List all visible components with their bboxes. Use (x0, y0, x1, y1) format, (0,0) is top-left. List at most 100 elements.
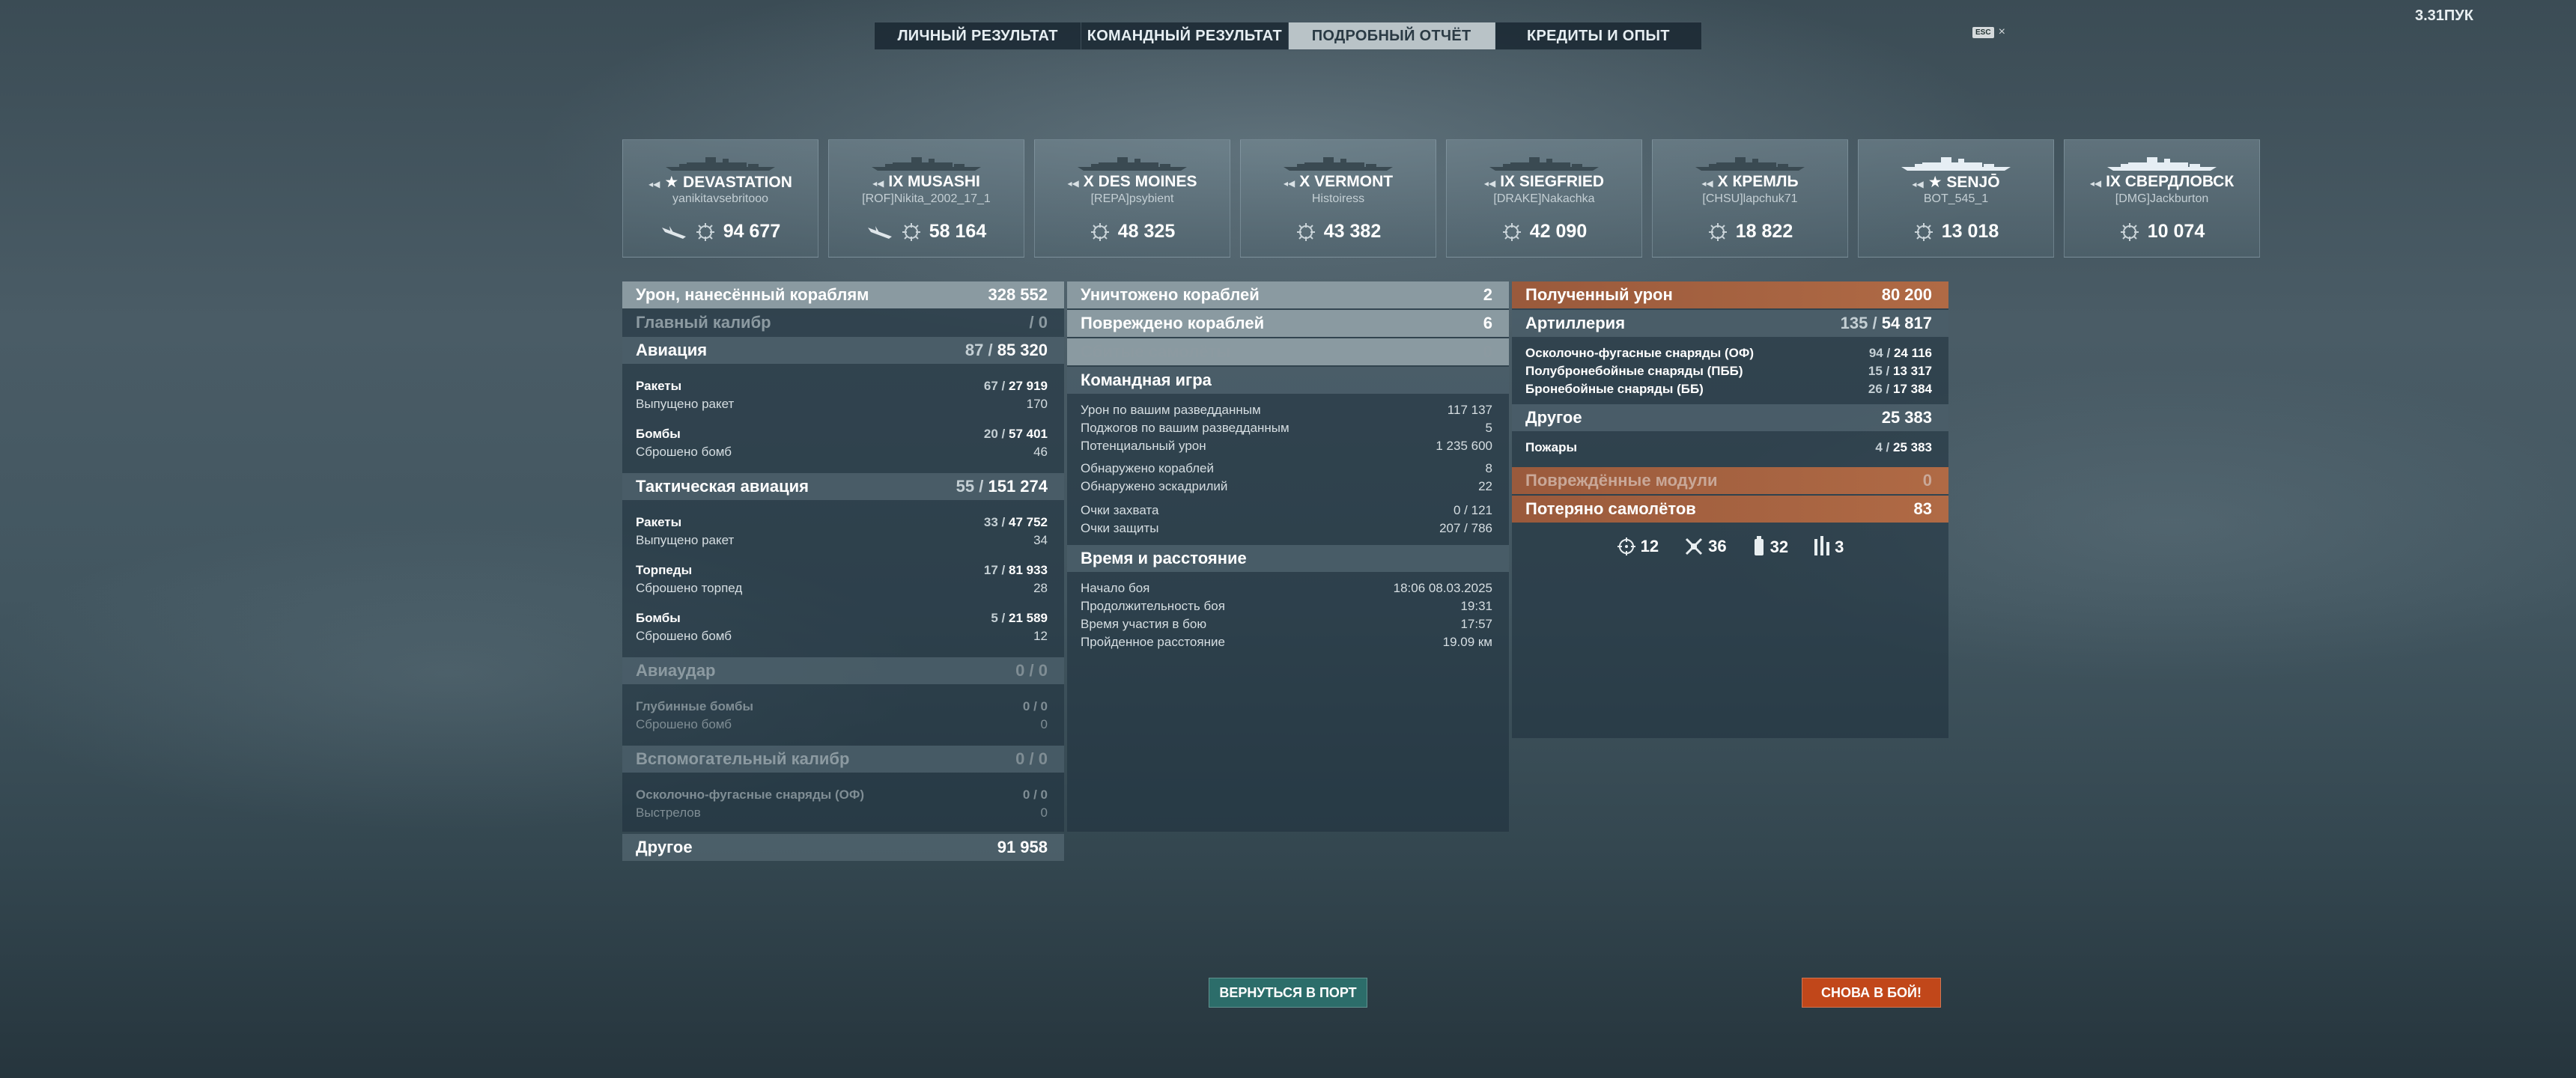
hits-icon (1814, 536, 1830, 555)
damage-received-panel: Полученный урон 80 200 Артиллерия 135 / 54… (1512, 281, 1948, 738)
ribbon-crosshair: 12 (1617, 537, 1659, 556)
ship-card[interactable]: ◂◀ X VERMONT Histoiress 43 382 (1240, 139, 1436, 258)
airstrike-row: Авиаудар 0 / 0 (622, 657, 1064, 684)
xp-icon (1090, 222, 1109, 241)
ship-card[interactable]: ◂◀ ★ SENJŌ BOT_545_1 13 018 (1858, 139, 2054, 258)
xp-icon (696, 222, 714, 241)
ships-damaged-row: Повреждено кораблей 6 (1067, 310, 1509, 337)
time-distance-header: Время и расстояние (1067, 545, 1509, 572)
ship-card[interactable]: ◂◀ IX СВЕРДЛОВСК [DMG]Jackburton 10 074 (2064, 139, 2260, 258)
ribbon-consumable: 32 (1752, 536, 1788, 557)
sap-shells-row: Полубронебойные снаряды (ПББ) 15 / 13 317 (1525, 364, 1932, 378)
ship-xp-value: 94 677 (723, 221, 781, 242)
ribbon-hits: 3 (1814, 536, 1844, 557)
ship-card[interactable]: ◂◀ X DES MOINES [REPA]psybient 48 325 (1034, 139, 1230, 258)
ship-xp-value: 42 090 (1529, 221, 1588, 242)
tac-rockets-fired-row: Выпущено ракет 34 (636, 533, 1048, 547)
distance-row: Пройденное расстояние 19.09 км (1081, 635, 1492, 649)
secondary-shots-row: Выстрелов 0 (636, 806, 1048, 820)
ship-silhouette-icon (1078, 157, 1187, 171)
xp-icon (2120, 222, 2139, 241)
xp-icon (1914, 222, 1933, 241)
av-rockets-row: Ракеты 67 / 27 919 (636, 379, 1048, 393)
planes-shot-row: Сбитые самолёты 0 (1067, 338, 1509, 365)
fires-row: Пожары 4 / 25 383 (1525, 440, 1932, 454)
ship-silhouette-icon (2107, 157, 2217, 171)
return-to-port-button[interactable]: ВЕРНУТЬСЯ В ПОРТ (1209, 978, 1367, 1008)
damaged-modules-row: Повреждённые модули 0 (1512, 467, 1948, 494)
planes-lost-row: Потеряно самолётов 83 (1512, 496, 1948, 523)
xp-icon (1708, 222, 1727, 241)
ship-xp-row: 18 822 (1653, 221, 1847, 243)
close-button[interactable]: ESC × (1972, 25, 2005, 39)
av-bombs-dropped-row: Сброшено бомб 46 (636, 445, 1048, 459)
ship-xp-row: 10 074 (2065, 221, 2259, 243)
secondary-he-row: Осколочно-фугасные снаряды (ОФ) 0 / 0 (636, 788, 1048, 802)
ship-card[interactable]: ◂◀ IX SIEGFRIED [DRAKE]Nakachka 42 090 (1446, 139, 1642, 258)
spot-damage-row: Урон по вашим разведданным 117 137 (1081, 403, 1492, 417)
tab-credits-xp[interactable]: КРЕДИТЫ И ОПЫТ (1495, 22, 1701, 49)
ships-spotted-row: Обнаружено кораблей 8 (1081, 461, 1492, 475)
battle-start-row: Начало боя 18:06 08.03.2025 (1081, 581, 1492, 595)
crosshair-icon (1617, 538, 1635, 555)
ship-xp-value: 58 164 (929, 221, 987, 242)
ship-name: ◂◀ X VERMONT (1283, 173, 1394, 190)
player-name: [REPA]psybient (1090, 192, 1174, 205)
esc-key-badge: ESC (1972, 26, 1994, 38)
ship-class-icon: ◂◀ (1701, 178, 1713, 189)
tac-bombs-dropped-row: Сброшено бомб 12 (636, 629, 1048, 643)
ship-cards: ◂◀ ★ DEVASTATION yanikitavsebritooo 94 677 ◂… (622, 139, 2260, 258)
ship-class-icon: ◂◀ (1067, 178, 1079, 189)
ship-xp-value: 13 018 (1941, 221, 1999, 242)
other-damage-row: Другое 91 958 (622, 834, 1064, 861)
team-play-header: Командная игра (1067, 367, 1509, 394)
ship-silhouette-icon (1489, 157, 1599, 171)
ship-class-icon: ◂◀ (1283, 178, 1295, 189)
battle-again-button[interactable]: СНОВА В БОЙ! (1802, 978, 1941, 1008)
ship-name: ◂◀ X КРЕМЛЬ (1701, 173, 1799, 190)
tab-team[interactable]: КОМАНДНЫЙ РЕЗУЛЬТАТ (1081, 22, 1289, 49)
aircraft-icon (867, 225, 892, 239)
ship-xp-row: 48 325 (1035, 221, 1230, 243)
damage-dealt-panel: Урон, нанесённый кораблям 328 552 Главный… (622, 281, 1064, 861)
ship-xp-row: 42 090 (1447, 221, 1641, 243)
aircraft-icon (661, 225, 686, 239)
tac-bombs-row: Бомбы 5 / 21 589 (636, 611, 1048, 625)
player-name: [DRAKE]Nakachka (1493, 192, 1595, 205)
he-shells-row: Осколочно-фугасные снаряды (ОФ) 94 / 24 1… (1525, 346, 1932, 360)
tab-personal[interactable]: ЛИЧНЫЙ РЕЗУЛЬТАТ (875, 22, 1082, 49)
ship-name: ◂◀ IX SIEGFRIED (1483, 173, 1605, 190)
player-name: BOT_545_1 (1923, 192, 1989, 205)
ships-destroyed-row: Уничтожено кораблей 2 (1067, 281, 1509, 308)
ship-xp-row: 43 382 (1241, 221, 1436, 243)
ap-shells-row: Бронебойные снаряды (ББ) 26 / 17 384 (1525, 382, 1932, 396)
tac-torpedoes-row: Торпеды 17 / 81 933 (636, 563, 1048, 577)
aviation-row: Авиация 87 / 85 320 (622, 337, 1064, 364)
ship-xp-value: 18 822 (1735, 221, 1793, 242)
ship-xp-row: 94 677 (623, 221, 818, 243)
tab-bar: ЛИЧНЫЙ РЕЗУЛЬТАТ КОМАНДНЫЙ РЕЗУЛЬТАТ ПОД… (874, 22, 1702, 50)
tac-torpedoes-dropped-row: Сброшено торпед 28 (636, 581, 1048, 595)
ship-class-icon: ◂◀ (1912, 179, 1924, 189)
ship-silhouette-icon (666, 157, 775, 171)
ship-card[interactable]: ◂◀ X КРЕМЛЬ [CHSU]lapchuk71 18 822 (1652, 139, 1848, 258)
ship-card[interactable]: ◂◀ IX MUSASHI [ROF]Nikita_2002_17_1 58 164 (828, 139, 1024, 258)
tac-rockets-row: Ракеты 33 / 47 752 (636, 515, 1048, 529)
battle-duration-row: Продолжительность боя 19:31 (1081, 599, 1492, 613)
player-name: [ROF]Nikita_2002_17_1 (862, 192, 991, 205)
xp-icon (902, 222, 920, 241)
ship-silhouette-icon (1284, 157, 1393, 171)
player-name: Histoiress (1311, 192, 1365, 205)
ship-xp-value: 48 325 (1117, 221, 1176, 242)
ship-xp-row: 58 164 (829, 221, 1024, 243)
tab-detailed-report[interactable]: ПОДРОБНЫЙ ОТЧЁТ (1288, 22, 1495, 49)
ship-xp-value: 10 074 (2147, 221, 2205, 242)
ship-silhouette-icon (872, 157, 981, 171)
av-rockets-fired-row: Выпущено ракет 170 (636, 397, 1048, 411)
battle-stats-panel: Уничтожено кораблей 2 Повреждено кораблей… (1067, 281, 1509, 832)
ship-xp-row: 13 018 (1859, 221, 2053, 243)
ribbon-icons-row: 12 36 32 3 (1512, 524, 1948, 569)
xp-icon (1296, 222, 1315, 241)
close-icon: × (1998, 25, 2005, 38)
ship-card[interactable]: ◂◀ ★ DEVASTATION yanikitavsebritooo 94 677 (622, 139, 818, 258)
